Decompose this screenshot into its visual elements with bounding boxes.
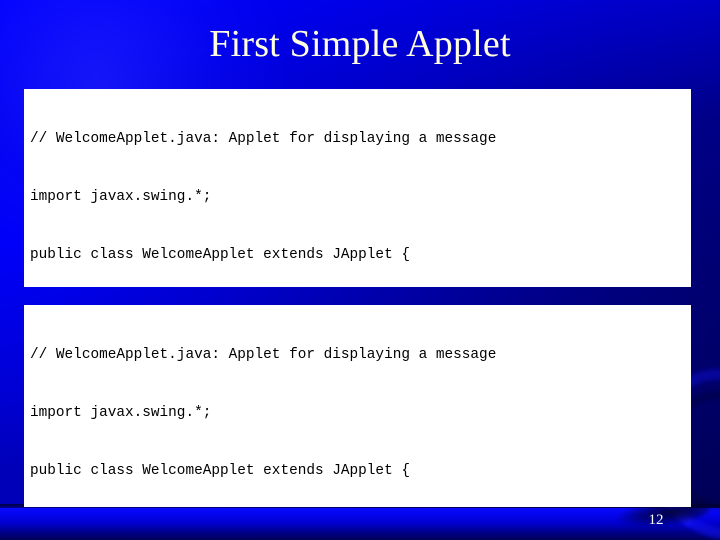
page-number: 12 xyxy=(648,512,664,528)
code-line: public class WelcomeApplet extends JAppl… xyxy=(30,246,410,263)
bottom-accent-band xyxy=(0,508,720,540)
code-line: // WelcomeApplet.java: Applet for displa… xyxy=(30,347,497,364)
code-block-constructor-version: // WelcomeApplet.java: Applet for displa… xyxy=(24,305,691,507)
code-line: import javax.swing.*; xyxy=(30,189,212,205)
code-line: // WelcomeApplet.java: Applet for displa… xyxy=(30,131,497,148)
slide-title: First Simple Applet xyxy=(209,23,511,65)
code-line: public class WelcomeApplet extends JAppl… xyxy=(30,462,410,479)
code-block-init-version: // WelcomeApplet.java: Applet for displa… xyxy=(24,89,691,287)
code-line: import javax.swing.*; xyxy=(30,405,212,421)
presentation-slide: First Simple Applet // WelcomeApplet.jav… xyxy=(0,0,720,540)
